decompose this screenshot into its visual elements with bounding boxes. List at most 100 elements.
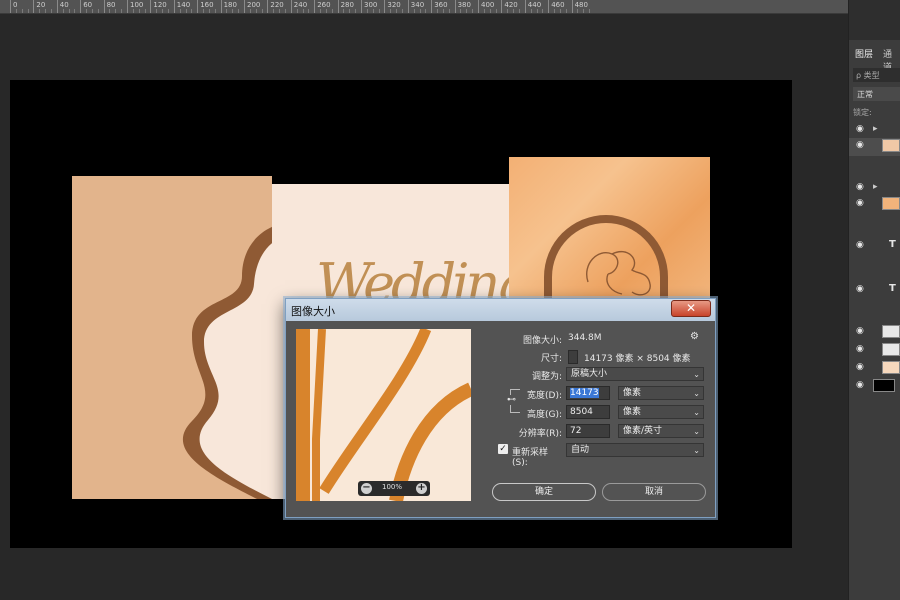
eye-icon[interactable]: ◉ [856, 198, 864, 208]
layer-row[interactable]: ◉ [849, 324, 900, 342]
layer-thumbnail [882, 361, 900, 374]
ruler-minor-tick [518, 9, 520, 13]
resolution-input[interactable]: 72 [566, 424, 610, 438]
ruler-minor-tick [577, 9, 579, 13]
ruler-minor-tick [238, 9, 240, 13]
fit-to-select[interactable]: 原稿大小 ⌄ [566, 367, 704, 381]
height-unit-select[interactable]: 像素 ⌄ [618, 405, 704, 419]
ruler-minor-tick [91, 9, 93, 13]
ruler-minor-tick [425, 9, 427, 13]
ruler-tick-label: 100 [130, 1, 144, 9]
folder-icon: ▸ [873, 182, 878, 192]
zoom-out-button[interactable]: − [361, 483, 372, 494]
ruler-minor-tick [343, 9, 345, 13]
tan-wavy-card [72, 176, 272, 499]
layer-thumbnail [882, 139, 900, 152]
ruler-minor-tick [121, 9, 123, 13]
dimensions-label: 尺寸: [540, 354, 562, 364]
blend-mode-select[interactable]: 正常 [853, 87, 900, 101]
settings-gear-icon[interactable]: ⚙ [690, 331, 699, 342]
eye-icon[interactable]: ◉ [856, 124, 864, 134]
ruler-minor-tick [109, 9, 111, 13]
tab-layers[interactable]: 图层 [855, 47, 873, 60]
ruler-minor-tick [583, 9, 585, 13]
ruler-tick-label: 160 [200, 1, 214, 9]
width-unit-select[interactable]: 像素 ⌄ [618, 386, 704, 400]
ruler-minor-tick [284, 9, 286, 13]
layer-row-type[interactable]: ◉ T [849, 238, 900, 256]
zoom-in-button[interactable]: + [416, 483, 427, 494]
ruler-minor-tick [554, 9, 556, 13]
layer-thumbnail [873, 379, 895, 392]
ruler-minor-tick [86, 9, 88, 13]
eye-icon[interactable]: ◉ [856, 326, 864, 336]
ruler-minor-tick [74, 9, 76, 13]
eye-icon[interactable]: ◉ [856, 140, 864, 150]
ruler-tick-label: 140 [176, 1, 191, 9]
eye-icon[interactable]: ◉ [856, 284, 864, 294]
resolution-label: 分辨率(R): [518, 429, 562, 439]
resolution-unit-select[interactable]: 像素/英寸 ⌄ [618, 424, 704, 438]
eye-icon[interactable]: ◉ [856, 182, 864, 192]
layer-row[interactable]: ◉ [849, 196, 900, 214]
ok-button[interactable]: 确定 [492, 483, 596, 501]
resample-checkbox[interactable]: ✓ [498, 444, 508, 454]
ruler-tick-label: 300 [364, 1, 378, 9]
eye-icon[interactable]: ◉ [856, 380, 864, 390]
resample-value: 自动 [571, 445, 590, 455]
resample-label: 重新采样(S): [512, 448, 549, 468]
ruler-minor-tick [156, 9, 158, 13]
ruler-minor-tick [466, 9, 468, 13]
image-size-value: 344.8M [568, 333, 602, 343]
preview-artwork [296, 329, 471, 501]
ruler-tick: 120 [150, 0, 167, 13]
eye-icon[interactable]: ◉ [856, 362, 864, 372]
ruler-tick-label: 120 [153, 1, 167, 9]
ruler-minor-tick [559, 9, 561, 13]
layers-panel: 图层 通道 ρ 类型 正常 锁定: ◉ ▸ ◉ ◉ ▸ ◉ ◉ T ◉ T ◉ … [848, 0, 900, 600]
ruler-tick: 160 [197, 0, 214, 13]
line-art-figure [586, 251, 651, 296]
ruler-tick-label: 340 [410, 1, 425, 9]
ruler-minor-tick [115, 9, 117, 13]
ruler-minor-tick [349, 9, 351, 13]
ruler-tick-label: 220 [270, 1, 284, 9]
ruler-minor-tick [27, 9, 29, 13]
ruler-tick: 460 [548, 0, 565, 13]
layer-row-type[interactable]: ◉ T [849, 282, 900, 300]
layer-row-selected[interactable]: ◉ [849, 138, 900, 156]
image-preview[interactable]: − 100% + [296, 329, 471, 501]
cancel-button[interactable]: 取消 [602, 483, 706, 501]
layer-row[interactable]: ◉ [849, 342, 900, 360]
resample-select[interactable]: 自动 ⌄ [566, 443, 704, 457]
dimensions-unit-dropdown[interactable] [568, 350, 578, 364]
ruler-minor-tick [296, 9, 298, 13]
close-button[interactable]: ✕ [671, 300, 711, 317]
dialog-title: 图像大小 [291, 305, 335, 318]
ruler-minor-tick [442, 9, 444, 13]
ruler-minor-tick [62, 9, 64, 13]
ruler-minor-tick [191, 9, 193, 13]
chevron-down-icon: ⌄ [693, 427, 700, 436]
ruler-tick-label: 440 [527, 1, 542, 9]
width-input[interactable]: 14173 [566, 386, 610, 400]
ruler-minor-tick [144, 9, 146, 13]
height-input[interactable]: 8504 [566, 405, 610, 419]
horizontal-ruler: 0 20 40 60 80 100 120 140 160 180 200 220 240 260 280 3… [0, 0, 848, 14]
folder-icon: ▸ [873, 124, 878, 134]
ruler-tick: 140 [173, 0, 190, 13]
chevron-down-icon: ⌄ [693, 389, 700, 398]
ruler-minor-tick [50, 9, 52, 13]
eye-icon[interactable]: ◉ [856, 240, 864, 250]
eye-icon[interactable]: ◉ [856, 344, 864, 354]
dimensions-value: 14173 像素 × 8504 像素 [584, 354, 691, 364]
layer-filter-input[interactable]: ρ 类型 [853, 68, 900, 82]
ruler-tick-label: 320 [387, 1, 401, 9]
layer-row-background[interactable]: ◉ [849, 378, 900, 396]
ruler-minor-tick [39, 9, 41, 13]
ruler-tick: 440 [524, 0, 541, 13]
dialog-titlebar[interactable]: 图像大小 ✕ [286, 299, 715, 321]
ruler-tick-label: 260 [317, 1, 331, 9]
ruler-tick: 380 [454, 0, 471, 13]
layer-row[interactable]: ◉ [849, 360, 900, 378]
